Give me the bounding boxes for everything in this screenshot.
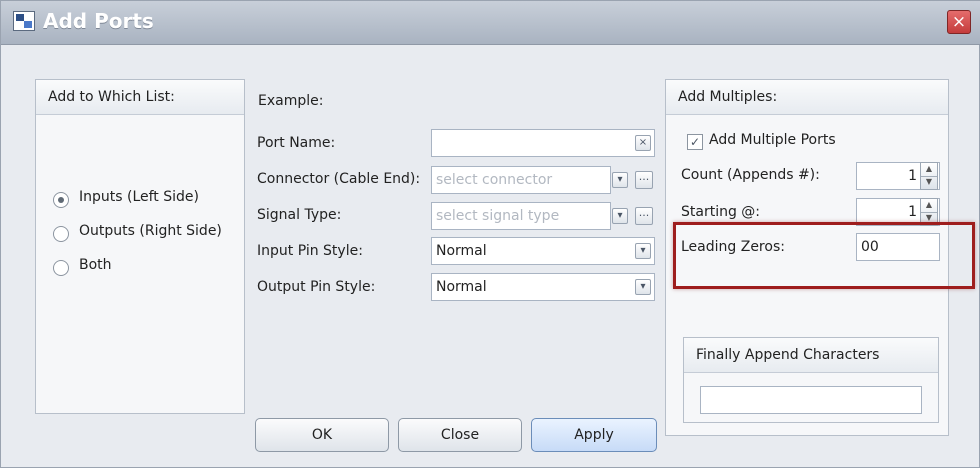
close-window-button[interactable]: × <box>947 10 971 34</box>
title-bar: Add Ports × <box>1 1 980 45</box>
radio-outputs-right-side[interactable] <box>53 226 69 242</box>
count-label: Count (Appends #): <box>681 167 820 183</box>
signal-type-label: Signal Type: <box>257 207 342 223</box>
connector-more-icon[interactable]: ··· <box>635 171 653 189</box>
outputs-right-side-label[interactable]: Outputs (Right Side) <box>79 223 222 239</box>
signal-type-select[interactable]: select signal type <box>431 202 611 230</box>
example-label: Example: <box>258 93 324 109</box>
add-to-list-heading: Add to Which List: <box>36 80 244 115</box>
input-pin-style-select[interactable]: Normal <box>431 237 655 265</box>
add-to-list-panel: Add to Which List: <box>35 79 245 414</box>
finally-append-input[interactable] <box>700 386 922 414</box>
count-up-icon[interactable]: ▲ <box>921 163 937 177</box>
leading-zeros-input[interactable]: 00 <box>856 233 940 261</box>
output-pin-style-label: Output Pin Style: <box>257 279 376 295</box>
signal-type-more-icon[interactable]: ··· <box>635 207 653 225</box>
count-down-icon[interactable]: ▼ <box>921 176 937 189</box>
starting-up-icon[interactable]: ▲ <box>921 199 937 213</box>
window-title: Add Ports <box>43 9 154 33</box>
connector-select[interactable]: select connector <box>431 166 611 194</box>
add-multiple-ports-checkbox[interactable]: ✓ <box>687 134 703 150</box>
both-label[interactable]: Both <box>79 257 112 273</box>
port-name-label: Port Name: <box>257 135 336 151</box>
radio-selected-dot <box>58 197 64 203</box>
count-stepper[interactable]: ▲ ▼ <box>920 162 938 190</box>
input-pin-style-label: Input Pin Style: <box>257 243 363 259</box>
signal-type-dropdown-icon[interactable]: ▾ <box>612 208 628 224</box>
radio-inputs-left-side[interactable] <box>53 192 69 208</box>
port-name-input[interactable] <box>431 129 655 157</box>
clear-port-name-icon[interactable]: × <box>635 135 651 151</box>
connector-label: Connector (Cable End): <box>257 171 421 187</box>
finally-append-heading: Finally Append Characters <box>684 338 938 373</box>
starting-label: Starting @: <box>681 204 761 220</box>
output-pin-style-dropdown-icon[interactable]: ▾ <box>635 279 651 295</box>
add-ports-dialog: Add Ports × Add to Which List: Inputs (L… <box>0 0 980 468</box>
add-multiple-ports-label[interactable]: Add Multiple Ports <box>709 132 836 148</box>
input-pin-style-dropdown-icon[interactable]: ▾ <box>635 243 651 259</box>
leading-zeros-label: Leading Zeros: <box>681 239 785 255</box>
radio-both[interactable] <box>53 260 69 276</box>
connector-dropdown-icon[interactable]: ▾ <box>612 172 628 188</box>
apply-button[interactable]: Apply <box>531 418 657 452</box>
ok-button[interactable]: OK <box>255 418 389 452</box>
output-pin-style-select[interactable]: Normal <box>431 273 655 301</box>
add-multiples-heading: Add Multiples: <box>666 80 948 115</box>
inputs-left-side-label[interactable]: Inputs (Left Side) <box>79 189 199 205</box>
app-icon <box>13 11 35 31</box>
close-button[interactable]: Close <box>398 418 522 452</box>
